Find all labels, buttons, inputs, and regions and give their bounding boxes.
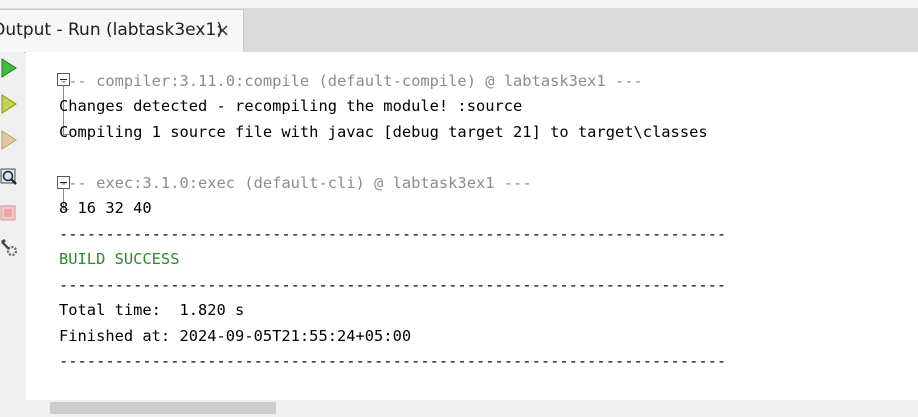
- output-line: Compiling 1 source file with javac [debu…: [59, 123, 708, 141]
- output-toolbar: [0, 52, 24, 417]
- tab-strip: Output - Run (labtask3ex1) ×: [0, 0, 918, 53]
- close-icon[interactable]: ×: [215, 20, 230, 41]
- tab-title: Output - Run (labtask3ex1): [0, 20, 223, 40]
- output-line-separator: ----------------------------------------…: [59, 225, 727, 243]
- total-time: Total time: 1.820 s: [59, 301, 245, 319]
- output-pane[interactable]: --- compiler:3.11.0:compile (default-com…: [26, 52, 918, 400]
- output-line-exec-header: --- exec:3.1.0:exec (default-cli) @ labt…: [59, 174, 532, 192]
- output-line-program-output: 8 16 32 40: [59, 199, 152, 217]
- rerun-icon[interactable]: [0, 57, 20, 79]
- output-line: Changes detected - recompiling the modul…: [59, 97, 523, 115]
- output-line-separator: ----------------------------------------…: [59, 352, 727, 370]
- output-line-separator: ----------------------------------------…: [59, 276, 727, 294]
- scrollbar-thumb[interactable]: [50, 402, 276, 414]
- inspect-icon[interactable]: [0, 166, 20, 188]
- stop-icon[interactable]: [0, 203, 20, 225]
- horizontal-scrollbar[interactable]: [26, 400, 918, 417]
- tab-output-run[interactable]: Output - Run (labtask3ex1) ×: [0, 9, 244, 52]
- resume-icon[interactable]: [0, 129, 20, 151]
- build-status: BUILD SUCCESS: [59, 250, 180, 268]
- rerun-with-goals-icon[interactable]: [0, 93, 20, 115]
- finished-at: Finished at: 2024-09-05T21:55:24+05:00: [59, 327, 412, 345]
- settings-icon[interactable]: [0, 238, 20, 260]
- tab-strip-top: [0, 0, 918, 8]
- output-line-compile-header: --- compiler:3.11.0:compile (default-com…: [59, 72, 643, 90]
